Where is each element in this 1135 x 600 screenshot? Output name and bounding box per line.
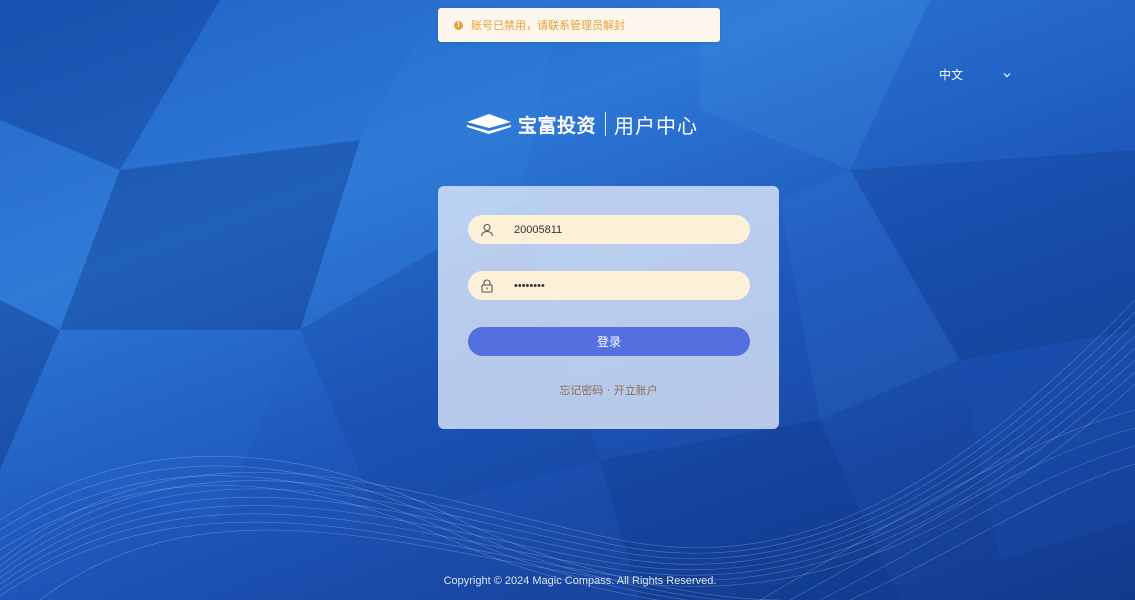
brand-logo: 宝富投资 用户中心	[466, 108, 698, 140]
password-input[interactable]	[512, 271, 736, 300]
error-toast: ! 账号已禁用，请联系管理员解封	[438, 8, 720, 42]
logo-divider	[605, 112, 607, 136]
account-links: 忘记密码 · 开立账户	[438, 382, 779, 398]
warning-icon: !	[454, 20, 463, 30]
toast-message: 账号已禁用，请联系管理员解封	[471, 19, 625, 32]
language-label: 中文	[939, 67, 964, 82]
login-button[interactable]: 登录	[468, 327, 750, 356]
logo-mark-icon	[467, 114, 511, 134]
language-selector[interactable]: 中文	[939, 66, 1011, 82]
lock-icon	[470, 278, 504, 293]
user-icon	[470, 223, 504, 237]
password-field[interactable]	[468, 271, 750, 300]
logo-brand-name: 宝富投资	[518, 114, 597, 137]
chevron-down-icon	[1003, 67, 1011, 81]
open-account-link[interactable]: 开立账户	[614, 384, 658, 397]
login-card: 登录 忘记密码 · 开立账户	[438, 186, 779, 429]
footer-copyright: Copyright © 2024 Magic Compass. All Righ…	[443, 575, 717, 587]
username-field[interactable]	[468, 215, 750, 244]
links-separator: ·	[606, 384, 611, 397]
username-input[interactable]	[512, 215, 736, 244]
logo-subtitle: 用户中心	[614, 113, 699, 138]
forgot-password-link[interactable]: 忘记密码	[559, 384, 603, 397]
